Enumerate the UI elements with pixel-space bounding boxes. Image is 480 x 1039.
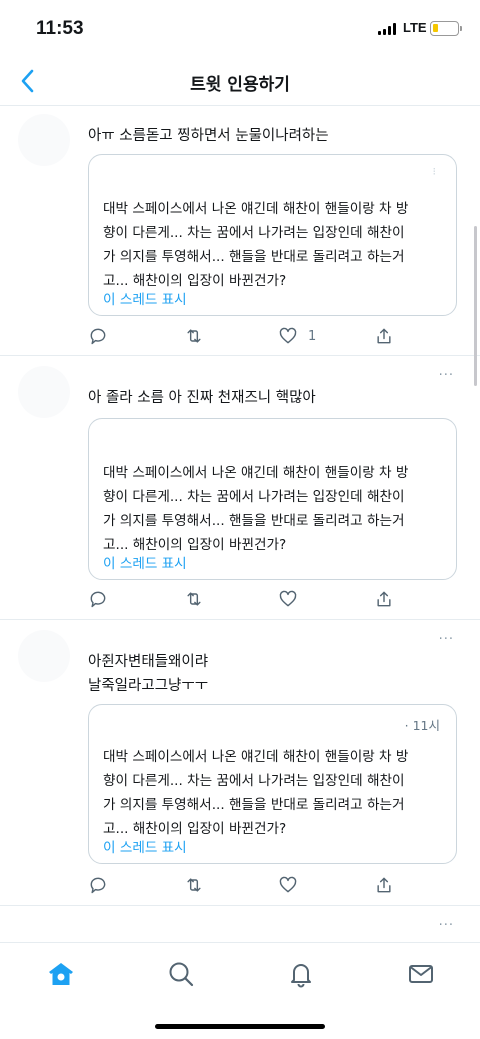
show-thread-link[interactable]: 이 스레드 표시 [103, 836, 187, 856]
nav-header: 트윗 인용하기 [0, 58, 480, 106]
heart-icon [279, 876, 297, 893]
status-bar: 11:53 LTE [0, 0, 480, 58]
network-label: LTE [403, 20, 427, 35]
avatar[interactable] [18, 630, 70, 682]
tab-messages[interactable] [406, 959, 436, 989]
tweet[interactable]: ··· 아쥔자변태들왜이랴 날죽일라고그냥ㅜㅜ · 11시 대박 스페이스에서 … [0, 620, 480, 906]
tweet[interactable]: ··· 아 졸라 소름 아 진짜 천재즈니 핵많아 대박 스페이스에서 나온 얘… [0, 356, 480, 620]
page-title: 트윗 인용하기 [190, 75, 290, 95]
retweet-button[interactable] [184, 323, 204, 349]
messages-envelope-icon [409, 965, 433, 983]
reply-icon [90, 591, 106, 608]
retweet-button[interactable] [184, 872, 204, 898]
tweet-text: 아 졸라 소름 아 진짜 천재즈니 핵많아 [88, 390, 316, 406]
more-options-icon[interactable]: ··· [439, 918, 454, 933]
share-button[interactable] [374, 586, 394, 612]
notifications-bell-icon [291, 964, 311, 988]
reply-button[interactable] [88, 586, 108, 612]
retweet-icon [187, 878, 201, 892]
retweet-icon [187, 592, 201, 606]
tweet[interactable]: 아ㅠ 소름돋고 찡하면서 눈물이나려하는 ⁝ 대박 스페이스에서 나온 얘긴데 … [0, 106, 480, 356]
reply-button[interactable] [88, 323, 108, 349]
show-thread-link[interactable]: 이 스레드 표시 [103, 552, 187, 572]
tweet-text: 아ㅠ 소름돋고 찡하면서 눈물이나려하는 [88, 128, 329, 144]
quoted-tweet-card[interactable]: 대박 스페이스에서 나온 얘긴데 해찬이 핸들이랑 차 방 향이 다른게... … [88, 418, 457, 580]
share-button[interactable] [374, 872, 394, 898]
avatar[interactable] [18, 114, 70, 166]
like-button[interactable] [278, 586, 308, 612]
share-icon [377, 328, 391, 344]
status-time: 11:53 [36, 18, 84, 39]
tab-home[interactable] [46, 959, 76, 989]
like-button[interactable]: 1 [278, 323, 316, 349]
tweet-actions [88, 586, 408, 612]
quote-header-faint: ⁝ [432, 165, 437, 178]
tweet-actions: 1 [88, 323, 408, 349]
quoted-tweet-card[interactable]: · 11시 대박 스페이스에서 나온 얘긴데 해찬이 핸들이랑 차 방 향이 다… [88, 704, 457, 864]
quoted-tweet-text: 대박 스페이스에서 나온 얘긴데 해찬이 핸들이랑 차 방 향이 다른게... … [103, 749, 409, 837]
share-button[interactable] [374, 323, 394, 349]
more-options-icon[interactable]: ··· [439, 632, 454, 647]
quoted-tweet-time: · 11시 [404, 718, 440, 733]
bottom-tab-bar [0, 942, 480, 1004]
show-thread-link[interactable]: 이 스레드 표시 [103, 288, 187, 308]
heart-icon [279, 327, 297, 344]
share-icon [377, 877, 391, 893]
retweet-button[interactable] [184, 586, 204, 612]
reply-button[interactable] [88, 872, 108, 898]
quoted-tweet-text: 대박 스페이스에서 나온 얘긴데 해찬이 핸들이랑 차 방 향이 다른게... … [103, 201, 409, 289]
home-icon [49, 963, 73, 985]
home-indicator[interactable] [155, 1024, 325, 1029]
like-button[interactable] [278, 872, 308, 898]
search-icon [169, 962, 194, 987]
more-options-icon[interactable]: ··· [439, 368, 454, 383]
battery-icon [430, 21, 459, 36]
tab-search[interactable] [166, 959, 196, 989]
scrollbar[interactable] [474, 226, 477, 386]
retweet-icon [187, 329, 201, 343]
quoted-tweet-text: 대박 스페이스에서 나온 얘긴데 해찬이 핸들이랑 차 방 향이 다른게... … [103, 465, 409, 553]
heart-icon [279, 590, 297, 607]
tweet-actions [88, 872, 408, 898]
like-count: 1 [308, 328, 317, 344]
share-icon [377, 591, 391, 607]
signal-strength-icon [378, 23, 398, 35]
quoted-tweet-card[interactable]: ⁝ 대박 스페이스에서 나온 얘긴데 해찬이 핸들이랑 차 방 향이 다른게..… [88, 154, 457, 316]
reply-icon [90, 328, 106, 345]
avatar[interactable] [18, 366, 70, 418]
reply-icon [90, 877, 106, 894]
tweet-text: 아쥔자변태들왜이랴 날죽일라고그냥ㅜㅜ [88, 654, 209, 694]
tab-notifications[interactable] [286, 959, 316, 989]
